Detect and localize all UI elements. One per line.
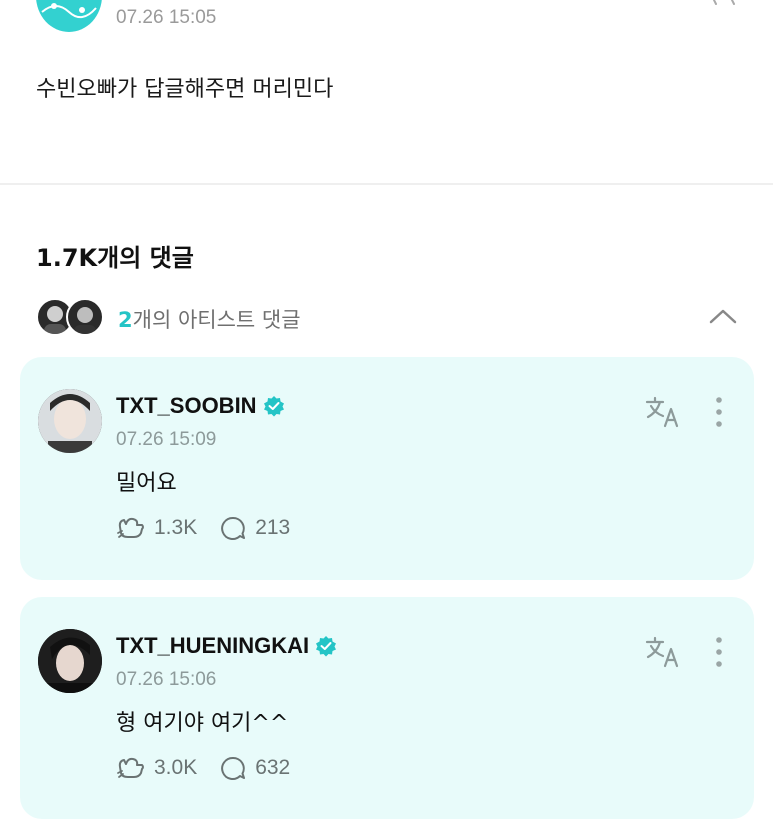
- translate-icon[interactable]: [644, 395, 682, 429]
- post-time: 07.26 15:05: [116, 7, 217, 28]
- post-author-avatar[interactable]: [36, 0, 102, 32]
- like-icon: [117, 517, 144, 538]
- divider: [0, 183, 773, 185]
- reply-count: 213: [255, 516, 291, 539]
- comment-author[interactable]: TXT_SOOBIN: [116, 393, 285, 419]
- comment-text: 밀어요: [116, 471, 177, 496]
- artist-comments-toggle[interactable]: 2개의 아티스트 댓글: [36, 298, 746, 338]
- artist-comment-card: TXT_SOOBIN 07.26 15:09 밀어요 1.3K 213: [20, 357, 754, 580]
- chevron-up-icon[interactable]: [708, 306, 738, 326]
- like-count: 3.0K: [154, 756, 198, 779]
- reply-button[interactable]: 632: [219, 755, 290, 781]
- more-dots-icon[interactable]: [714, 395, 724, 429]
- verified-icon: [263, 396, 284, 417]
- artist-mini-avatar: [66, 298, 104, 336]
- like-count: 1.3K: [154, 516, 198, 539]
- comment-author[interactable]: TXT_HUENINGKAI: [116, 633, 337, 659]
- comment-text: 형 여기야 여기^^: [116, 711, 289, 736]
- reply-button[interactable]: 213: [219, 515, 290, 541]
- like-button[interactable]: 1.3K: [116, 515, 197, 541]
- verified-icon: [316, 636, 337, 657]
- comment-actions: 1.3K 213: [116, 515, 312, 541]
- comment-count: 1.7K개의 댓글: [36, 244, 194, 272]
- artist-comments-label: 2개의 아티스트 댓글: [118, 308, 301, 332]
- translate-icon[interactable]: [644, 635, 682, 669]
- more-dots-icon[interactable]: [714, 635, 724, 669]
- avatar[interactable]: [38, 629, 102, 693]
- comment-time: 07.26 15:06: [116, 669, 217, 690]
- comment-actions: 3.0K 632: [116, 755, 312, 781]
- post-body: 수빈오빠가 답글해주면 머리민다: [36, 77, 334, 102]
- more-dots-icon[interactable]: [708, 0, 738, 8]
- artist-comment-card: TXT_HUENINGKAI 07.26 15:06 형 여기야 여기^^ 3.…: [20, 597, 754, 819]
- reply-icon: [221, 516, 246, 540]
- reply-count: 632: [255, 756, 291, 779]
- like-button[interactable]: 3.0K: [116, 755, 197, 781]
- reply-icon: [221, 756, 246, 780]
- avatar[interactable]: [38, 389, 102, 453]
- like-icon: [117, 757, 144, 778]
- comment-time: 07.26 15:09: [116, 429, 217, 450]
